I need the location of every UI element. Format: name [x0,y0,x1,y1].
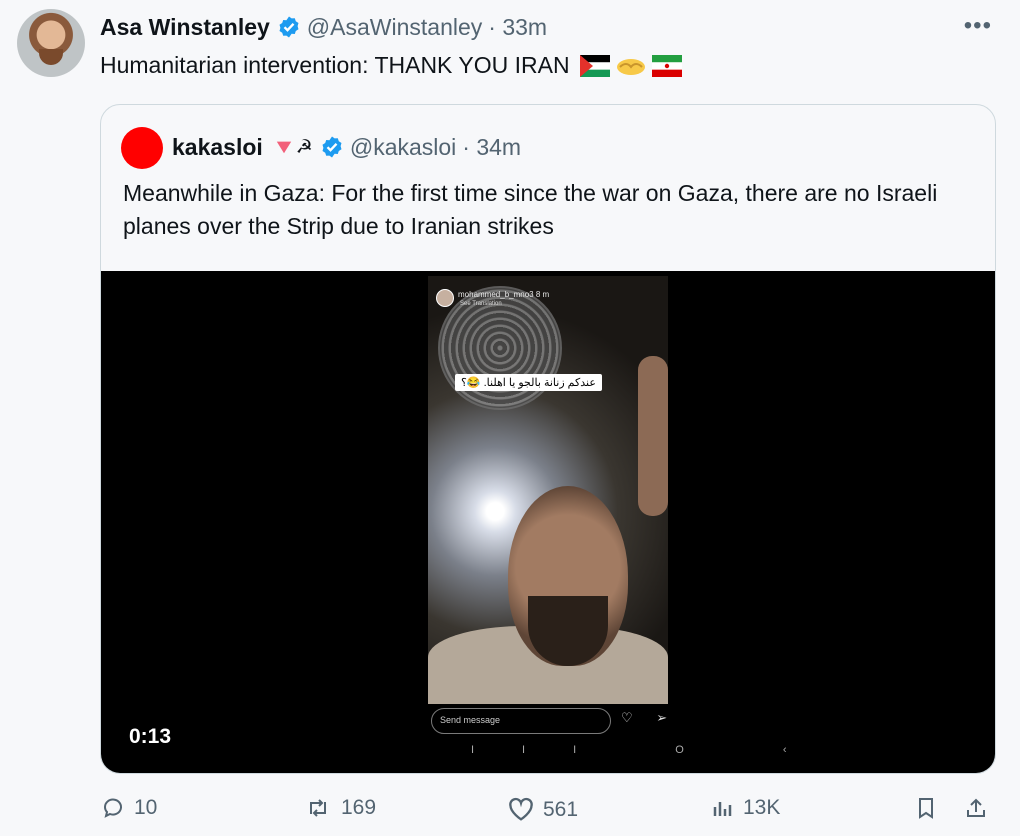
handshake-icon [616,58,645,75]
views-count: 13K [743,796,781,819]
quote-author-name[interactable]: kakasloi [172,134,263,161]
share-button[interactable] [964,796,996,820]
quote-time[interactable]: · 34m [462,134,521,161]
iran-flag-icon [651,54,682,77]
repost-count: 169 [341,796,377,819]
quote-header: kakasloi ☭ @kakasloi · 34m [172,132,521,162]
views-icon [713,802,732,816]
quoted-tweet[interactable]: kakasloi ☭ @kakasloi · 34m Meanwhile in … [100,104,996,774]
author-avatar[interactable] [17,9,85,77]
story-username: mohammed_b_mno3 8 m [458,290,550,299]
story-action-icons: ♡ ➢ [621,710,678,725]
author-handle[interactable]: @AsaWinstanley [307,14,482,41]
verified-badge-icon [322,136,342,158]
repost-button[interactable]: 169 [303,796,376,820]
more-options-icon[interactable]: ••• [964,12,992,40]
red-triangle-icon [276,141,291,154]
send-message-field: Send message [431,708,611,734]
action-bar: 10 169 561 13K [100,796,994,828]
quote-author-handle[interactable]: @kakasloi [350,134,456,161]
like-count: 561 [543,798,579,821]
author-name[interactable]: Asa Winstanley [100,14,270,41]
verified-badge-icon [279,16,299,38]
story-subtitle: See Translation [460,301,502,307]
tweet-header: Asa Winstanley @AsaWinstanley · 33m [100,12,547,42]
hammer-sickle-icon: ☭ [295,136,313,158]
story-caption: عندكم زنانة بالجو يا اهلنا. 😂؟ [455,374,602,391]
send-message-placeholder: Send message [440,715,501,725]
repost-icon [310,799,326,817]
reply-icon [104,798,122,818]
video-frame: mohammed_b_mno3 8 m See Translation عندك… [428,276,668,704]
phone-nav-buttons: III O ‹ [471,744,835,756]
bookmark-icon [919,798,933,819]
palestine-flag-icon [579,54,610,77]
views-button[interactable]: 13K [711,796,780,820]
video-player[interactable]: mohammed_b_mno3 8 m See Translation عندك… [101,271,995,773]
quote-author-avatar[interactable] [121,127,163,169]
bookmark-button[interactable] [914,796,946,820]
video-duration: 0:13 [129,725,172,748]
tweet-text: Humanitarian intervention: THANK YOU IRA… [100,52,570,78]
reply-button[interactable]: 10 [102,796,157,820]
heart-icon [509,797,533,821]
quote-text: Meanwhile in Gaza: For the first time si… [123,180,938,239]
hand-shape [638,356,668,516]
reply-count: 10 [134,796,158,819]
tweet-time[interactable]: · 33m [488,14,547,41]
share-icon [967,798,985,817]
tweet-text-line: Humanitarian intervention: THANK YOU IRA… [100,52,682,79]
like-button[interactable]: 561 [507,796,578,824]
story-avatar [436,289,454,307]
